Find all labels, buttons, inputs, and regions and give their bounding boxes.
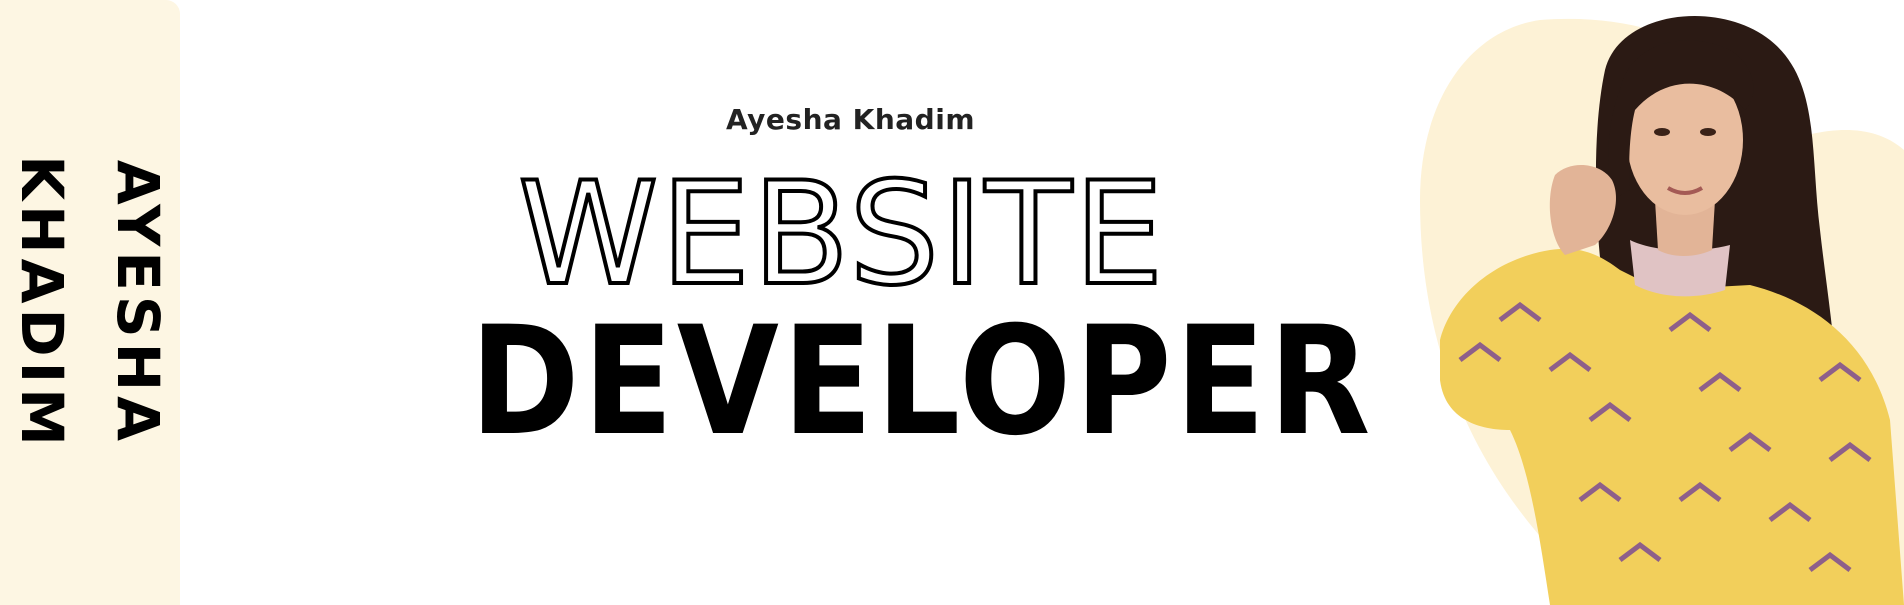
vertical-name-line-1: AYESHA [104, 159, 172, 446]
portrait-photo [1420, 15, 1904, 605]
left-eye [1654, 128, 1670, 136]
vertical-name: AYESHA KHADIM [0, 155, 186, 451]
right-eye [1700, 128, 1716, 136]
vertical-name-line-2: KHADIM [8, 154, 76, 451]
bold-headline: DEVELOPER [470, 295, 1374, 469]
side-name-strip: AYESHA KHADIM [0, 0, 180, 605]
name-subtitle: Ayesha Khadim [726, 103, 975, 136]
outline-headline: WEBSITE [516, 150, 1166, 319]
